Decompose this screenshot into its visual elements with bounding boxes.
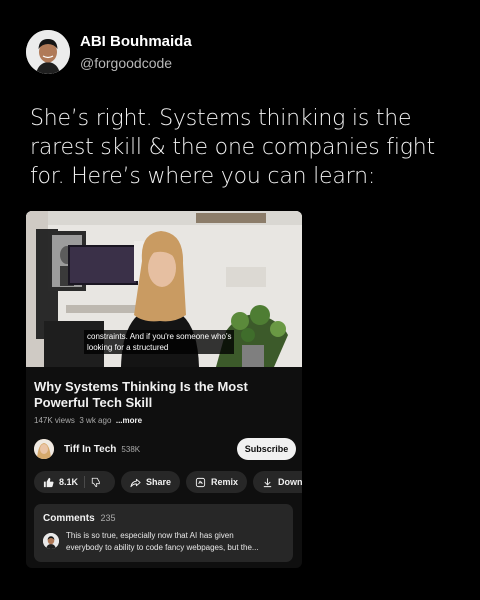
like-count: 8.1K <box>59 477 79 487</box>
author-avatar[interactable] <box>26 30 70 74</box>
download-label: Download <box>278 477 302 487</box>
post-author: ABI Bouhmaida @forgoodcode <box>26 30 192 74</box>
remix-label: Remix <box>211 477 239 487</box>
caption-line: looking for a structured <box>87 343 169 352</box>
view-count: 147K views <box>34 416 75 425</box>
share-button[interactable]: Share <box>121 471 181 493</box>
post-text-line: for. Here’s where you can learn: <box>30 164 376 189</box>
subscribe-button[interactable]: Subscribe <box>237 438 296 460</box>
download-button[interactable]: Download <box>253 471 302 493</box>
remix-button[interactable]: Remix <box>186 471 248 493</box>
video-title-line: Why Systems Thinking Is the Most <box>34 379 248 394</box>
channel-name[interactable]: Tiff In Tech <box>64 444 116 455</box>
remix-icon <box>195 477 206 487</box>
thumbs-up-icon <box>43 477 54 487</box>
video-player[interactable]: constraints. And if you're someone who's… <box>26 211 302 367</box>
comment-line: everybody to ability to code fancy webpa… <box>66 543 259 552</box>
comments-panel[interactable]: Comments 235 This is so true, especially… <box>34 504 293 562</box>
action-bar: 8.1K Share Remix Downloa <box>34 471 302 493</box>
post-text: She’s right. Systems thinking is the rar… <box>30 104 460 191</box>
channel-avatar[interactable] <box>34 439 54 459</box>
video-title[interactable]: Why Systems Thinking Is the Most Powerfu… <box>34 379 296 411</box>
upload-age: 3 wk ago <box>79 416 112 425</box>
comments-label: Comments <box>43 513 95 524</box>
video-meta: 147K views 3 wk ago ...more <box>34 416 142 425</box>
author-handle[interactable]: @forgoodcode <box>80 54 192 72</box>
caption-line: constraints. And if you're someone who's <box>87 332 232 341</box>
more-link[interactable]: ...more <box>116 416 142 425</box>
video-captions: constraints. And if you're someone who's… <box>84 330 235 354</box>
like-button[interactable]: 8.1K <box>34 471 84 493</box>
comment-line: This is so true, especially now that AI … <box>66 531 234 540</box>
video-title-line: Powerful Tech Skill <box>34 395 153 410</box>
thumbs-down-icon <box>91 477 100 487</box>
comments-header: Comments 235 <box>43 513 116 524</box>
share-icon <box>130 478 141 487</box>
dislike-button[interactable] <box>84 476 115 488</box>
subscriber-count: 538K <box>121 444 141 454</box>
post-text-line: She’s right. Systems thinking is the <box>30 106 412 131</box>
comments-count: 235 <box>100 513 116 523</box>
post-text-line: rarest skill & the one companies fight <box>30 135 435 160</box>
commenter-avatar <box>43 533 59 549</box>
download-icon <box>263 477 272 487</box>
channel-row: Tiff In Tech 538K Subscribe <box>34 438 296 460</box>
top-comment-text: This is so true, especially now that AI … <box>66 530 288 554</box>
like-dislike-group: 8.1K <box>34 471 116 493</box>
share-label: Share <box>146 477 172 487</box>
author-name[interactable]: ABI Bouhmaida <box>80 32 192 52</box>
youtube-video-card: constraints. And if you're someone who's… <box>26 211 302 568</box>
